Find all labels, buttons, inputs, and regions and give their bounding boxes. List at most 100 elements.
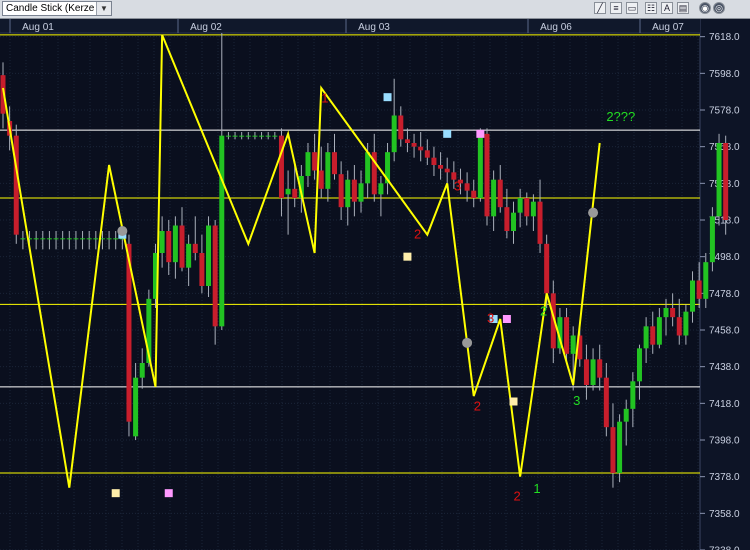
candle-body [670,308,676,318]
candle-body [318,170,324,189]
candle-body [464,183,470,191]
candle-body [305,152,311,176]
candle-body [252,135,258,137]
circle-marker [117,226,128,236]
candle-body [239,135,245,137]
circle-marker [462,337,473,348]
candle-body [411,143,417,147]
y-tick-label: 7438.0 [709,362,740,373]
candle-body [139,363,145,378]
candle-body [630,381,636,409]
candle-body [511,212,517,231]
candle-body [418,146,424,151]
square-marker [164,489,173,498]
candle-body [683,311,689,336]
square-marker [476,129,485,138]
candle-body [524,198,530,217]
fibonacci-icon[interactable]: ≡ [610,2,622,14]
x-tick-label: Aug 03 [358,22,390,33]
candle-body [544,243,550,294]
candle-body [285,188,291,195]
chevron-down-icon[interactable]: ▼ [96,2,111,15]
y-tick-label: 7338.0 [709,546,740,550]
candle-body [345,179,351,208]
candle-body [325,152,331,189]
candle-body [80,238,86,240]
x-tick-label: Aug 06 [540,22,572,33]
candle-body [703,262,709,299]
wave-label: 1 [321,91,328,106]
grid-icon[interactable]: ☷ [645,2,657,14]
square-marker [383,93,392,102]
candle-body [583,359,589,385]
x-tick-label: Aug 02 [190,22,222,33]
wave-label: 1 [533,481,540,496]
candle-body [709,216,715,263]
y-tick-label: 7598.0 [709,69,740,80]
candle-body [404,139,410,143]
y-tick-label: 7378.0 [709,472,740,483]
y-tick-label: 7458.0 [709,326,740,337]
square-marker [111,489,120,498]
candle-body [219,135,225,327]
settings-icon[interactable]: ◎ [713,2,725,14]
layout-icon[interactable]: ▤ [677,2,689,14]
candle-body [378,183,384,195]
candle-body [623,408,629,422]
candle-body [650,326,656,345]
candle-body [517,198,523,213]
text-tool-icon[interactable]: A [661,2,673,14]
candle-body [13,135,19,235]
candlestick-chart: 7338.0 7358.0 7378.0 7398.0 7418.0 7438.0 7458… [0,19,750,550]
candle-body [186,243,192,268]
candle-body [179,225,185,268]
wave-label: 2 [514,489,521,504]
square-marker [509,397,518,406]
candle-body [60,238,66,240]
candle-body [696,280,702,299]
candle-body [497,179,503,208]
zoom-icon[interactable]: ◉ [699,2,711,14]
candle-body [272,135,278,137]
candle-body [40,238,46,240]
wave-label: 2 [474,399,481,414]
line-tool-icon[interactable]: ╱ [594,2,606,14]
candle-body [590,359,596,385]
chart-type-label: Candle Stick (Kerze [6,3,95,14]
y-tick-label: 7578.0 [709,106,740,117]
candle-body [259,135,265,137]
candle-body [636,348,642,382]
y-tick-label: 7478.0 [709,289,740,300]
candle-body [86,238,92,240]
candle-body [166,231,172,263]
candle-body [106,238,112,240]
candle-body [113,238,119,240]
candle-body [206,225,212,286]
candle-body [431,157,437,165]
wave-label: 3 [573,393,580,408]
candle-body [332,152,337,175]
candle-body [676,317,682,336]
chart-type-select[interactable]: Candle Stick (Kerze ▼ [2,1,112,16]
candle-body [73,238,79,240]
x-axis-bar [0,19,700,33]
candle-body [212,225,218,327]
wave-label: 2 [540,303,547,318]
candle-body [391,115,397,153]
candle-body [444,168,450,173]
candle-body [245,135,251,137]
candle-body [504,207,510,231]
candle-body [351,179,357,202]
candle-body [338,174,344,208]
candle-body [46,238,52,240]
candle-body [610,427,616,473]
candle-body [643,326,649,349]
candle-body [199,253,205,286]
candle-body [438,165,444,169]
candle-body [172,225,178,263]
y-tick-label: 7618.0 [709,32,740,43]
channel-icon[interactable]: ▭ [626,2,638,14]
candle-body [232,135,238,137]
candle-body [424,150,430,158]
candle-body [20,238,26,240]
